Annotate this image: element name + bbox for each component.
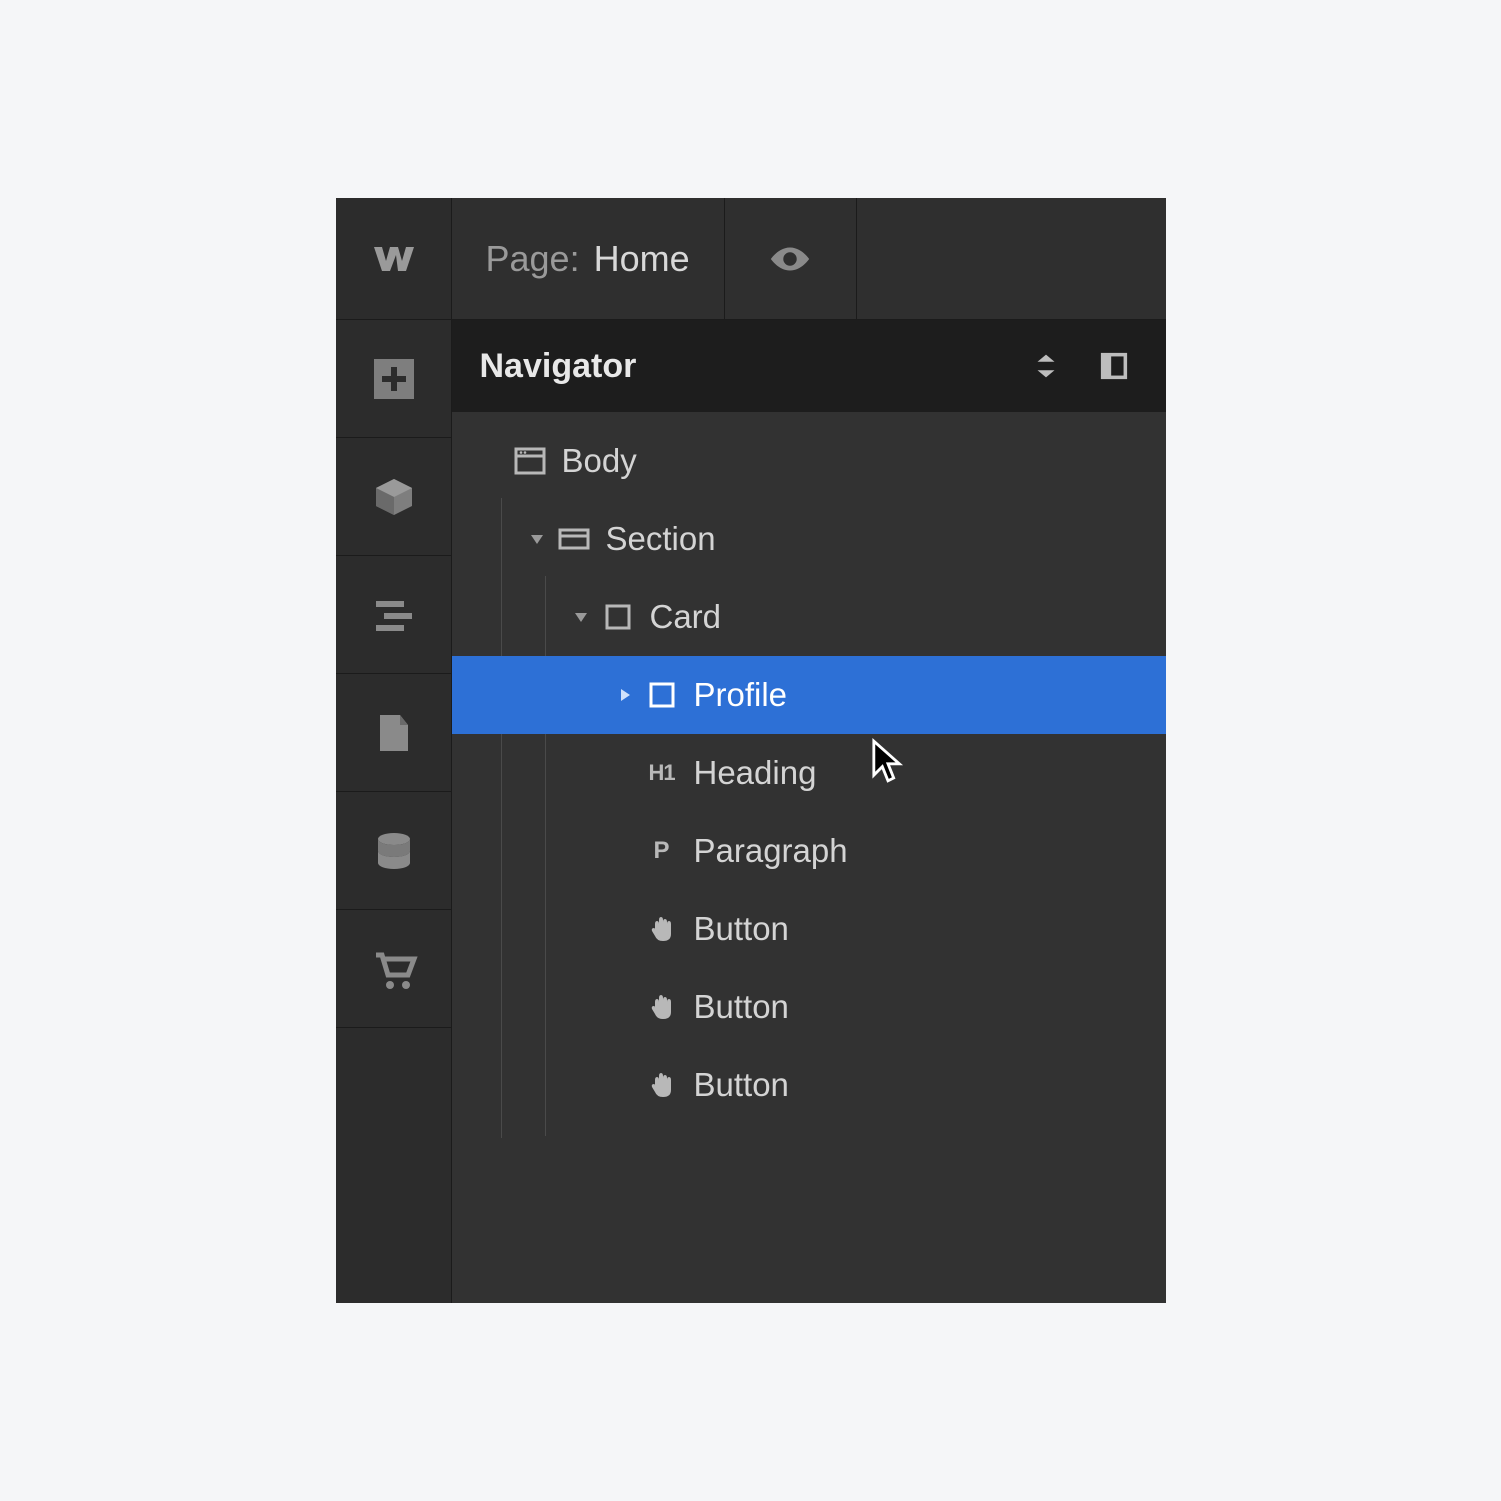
hand-icon: [642, 1070, 682, 1100]
navigator-title: Navigator: [480, 347, 1002, 386]
page-label: Page:: [486, 238, 580, 280]
tree-row-button2[interactable]: Button: [452, 968, 1166, 1046]
cart-icon: [370, 945, 418, 993]
logo-webflow[interactable]: [336, 198, 452, 320]
designer-panel: Page: Home Navigator Body Section Card Prof…: [336, 198, 1166, 1303]
navigator-tree: Body Section Card Profile H1 Heading P Paragrap…: [452, 412, 1166, 1303]
collapse-icon: [1029, 349, 1063, 383]
tree-row-profile[interactable]: Profile: [452, 656, 1166, 734]
tree-label: Heading: [694, 754, 817, 792]
plus-box-icon: [370, 355, 418, 403]
chevron-down-icon[interactable]: [570, 609, 592, 625]
page-icon: [370, 709, 418, 757]
tree-label: Button: [694, 910, 789, 948]
hand-icon: [642, 914, 682, 944]
database-icon: [370, 827, 418, 875]
h1-icon: H1: [642, 760, 682, 786]
navigator-header: Navigator: [452, 320, 1166, 412]
tree-label: Section: [606, 520, 716, 558]
navigator-icon: [370, 591, 418, 639]
tree-label: Body: [562, 442, 637, 480]
tree-row-paragraph[interactable]: P Paragraph: [452, 812, 1166, 890]
preview-toggle[interactable]: [725, 198, 857, 319]
left-icon-sidebar: [336, 198, 452, 1303]
tree-row-button3[interactable]: Button: [452, 1046, 1166, 1124]
collapse-all-button[interactable]: [1022, 342, 1070, 390]
page-name: Home: [594, 238, 690, 280]
tree-label: Card: [650, 598, 722, 636]
sidebar-pages[interactable]: [336, 674, 452, 792]
tree-label: Button: [694, 1066, 789, 1104]
tree-label: Button: [694, 988, 789, 1026]
hand-icon: [642, 992, 682, 1022]
chevron-down-icon[interactable]: [526, 531, 548, 547]
top-bar: Page: Home: [452, 198, 1166, 320]
webflow-logo-icon: [370, 235, 418, 283]
sidebar-cms[interactable]: [336, 792, 452, 910]
panel-dock-button[interactable]: [1090, 342, 1138, 390]
cube-icon: [370, 473, 418, 521]
browser-icon: [510, 444, 550, 478]
section-icon: [554, 522, 594, 556]
chevron-right-icon[interactable]: [614, 687, 636, 703]
tree-row-button1[interactable]: Button: [452, 890, 1166, 968]
sidebar-symbols[interactable]: [336, 438, 452, 556]
tree-row-section[interactable]: Section: [452, 500, 1166, 578]
p-icon: P: [642, 837, 682, 865]
main-column: Page: Home Navigator Body Section Card Prof…: [452, 198, 1166, 1303]
sidebar-add[interactable]: [336, 320, 452, 438]
page-selector[interactable]: Page: Home: [452, 198, 725, 319]
box-icon: [642, 680, 682, 710]
eye-icon: [767, 236, 813, 282]
tree-label: Paragraph: [694, 832, 848, 870]
tree-row-heading[interactable]: H1 Heading: [452, 734, 1166, 812]
sidebar-ecommerce[interactable]: [336, 910, 452, 1028]
box-icon: [598, 602, 638, 632]
sidebar-navigator[interactable]: [336, 556, 452, 674]
tree-label: Profile: [694, 676, 788, 714]
tree-row-card[interactable]: Card: [452, 578, 1166, 656]
tree-row-body[interactable]: Body: [452, 422, 1166, 500]
panel-icon: [1097, 349, 1131, 383]
